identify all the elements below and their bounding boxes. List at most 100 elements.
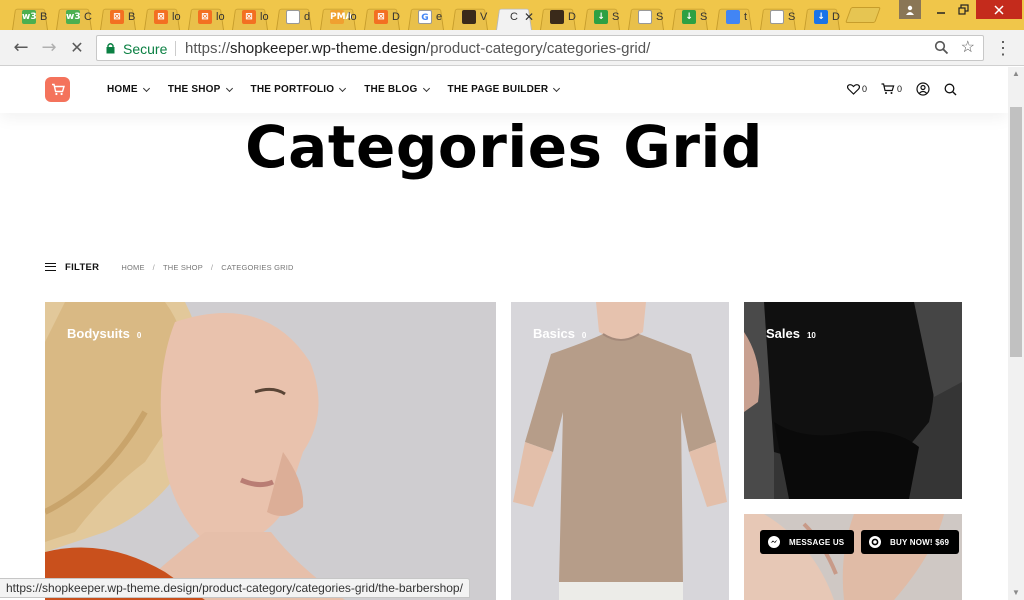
messenger-icon [768,536,780,548]
nav-item-label: HOME [107,84,138,95]
browser-tab[interactable]: ⊠ lo [140,3,184,30]
browser-tab[interactable]: ↓ S [580,3,624,30]
document-icon [286,9,300,24]
breadcrumb-item[interactable]: THE SHOP [163,263,203,272]
w3schools-icon: w3 [22,9,37,24]
browser-tab[interactable]: S [756,3,800,30]
browser-tab[interactable]: ↓ D [800,3,844,30]
category-card-sales[interactable]: Sales 10 [744,302,962,499]
nav-item-label: THE PORTFOLIO [250,84,335,95]
download-icon: ↓ [682,9,696,24]
vertical-scrollbar[interactable]: ▲ ▼ [1008,67,1024,600]
site-logo[interactable] [45,77,70,102]
nav-item-label: THE BLOG [364,84,418,95]
scroll-down-arrow-icon[interactable]: ▼ [1008,586,1024,600]
search-button[interactable] [944,83,957,96]
browser-tab[interactable]: PMA lo [316,3,360,30]
bodysuits-model-image [45,302,496,600]
url-scheme: https:// [185,40,231,57]
breadcrumb-separator: / [152,262,155,272]
browser-tab[interactable]: w3 B [8,3,52,30]
address-bar[interactable]: Secure https://shopkeeper.wp-theme.desig… [96,35,984,61]
xampp-icon: ⊠ [374,9,388,24]
link-status-bar: https://shopkeeper.wp-theme.design/produ… [0,578,470,598]
filter-button[interactable]: FILTER [65,262,99,273]
message-us-button[interactable]: MESSAGE US [760,530,855,554]
browser-tab[interactable]: ↓ S [668,3,712,30]
browser-tab[interactable]: C ✕ [492,3,536,30]
tab-title: lo [172,10,181,23]
portrait-model-image [744,514,962,600]
buy-now-label: BUY NOW! $69 [890,537,950,547]
category-count: 10 [806,331,816,340]
profile-icon[interactable] [899,0,921,19]
user-icon [916,82,930,96]
stop-loading-button[interactable]: ✕ [66,37,88,59]
category-label: Bodysuits 0 [67,326,141,341]
chevron-down-icon [142,84,150,92]
browser-tab[interactable]: S [624,3,668,30]
back-button[interactable]: ← [10,37,32,59]
category-count: 0 [581,331,587,340]
browser-tab[interactable]: D [536,3,580,30]
heart-icon [847,83,860,95]
browser-tab[interactable]: t [712,3,756,30]
category-card-bodysuits[interactable]: Bodysuits 0 [45,302,496,600]
docs-icon [726,9,740,24]
url-host: shopkeeper.wp-theme.design [230,40,426,57]
tab-title: B [40,10,48,23]
tab-title: S [656,10,664,23]
minimize-button[interactable] [928,0,954,19]
account-link[interactable] [916,82,930,96]
browser-tab[interactable]: w3 C [52,3,96,30]
nav-item[interactable]: THE PORTFOLIO [250,84,347,95]
cart-link[interactable]: 0 [881,83,902,95]
new-tab-button[interactable] [845,7,881,23]
browser-tab[interactable]: Ge [404,3,448,30]
page-viewport: HOME THE SHOP THE PORTFOLIO THE BLOG THE PAG… [0,67,1008,600]
category-card-partial[interactable] [744,514,962,600]
image-icon [550,9,564,24]
scroll-up-arrow-icon[interactable]: ▲ [1008,67,1024,81]
wishlist-link[interactable]: 0 [847,83,867,95]
nav-item[interactable]: THE PAGE BUILDER [447,84,561,95]
tab-close-icon[interactable]: ✕ [524,10,534,24]
address-separator [175,41,176,56]
browser-tab[interactable]: d [272,3,316,30]
nav-item-label: THE PAGE BUILDER [447,84,549,95]
message-us-label: MESSAGE US [789,537,845,547]
buy-now-button[interactable]: BUY NOW! $69 [861,530,960,554]
browser-tab[interactable]: ⊠ D [360,3,404,30]
tab-title: lo [260,10,269,23]
forward-button[interactable]: → [38,37,60,59]
nav-item[interactable]: HOME [107,84,150,95]
tab-title: V [480,10,488,23]
tab-title: S [612,10,620,23]
category-name: Bodysuits [67,326,130,341]
browser-tab[interactable]: ⊠ lo [228,3,272,30]
browser-tab[interactable]: V [448,3,492,30]
secure-label: Secure [123,41,168,57]
xampp-icon: ⊠ [198,9,212,24]
category-card-basics[interactable]: Basics 0 [511,302,729,600]
search-zoom-icon[interactable] [934,40,949,55]
filter-icon[interactable] [45,263,56,271]
nav-item-label: THE SHOP [167,84,221,95]
bookmark-star-icon[interactable]: ☆ [961,37,975,57]
scroll-thumb[interactable] [1010,107,1022,357]
document-icon [770,9,784,24]
filter-bar: FILTER HOME / THE SHOP / CATEGORIES GRID [45,260,294,274]
nav-item[interactable]: THE SHOP [167,84,233,95]
chrome-menu-icon[interactable]: ⋮ [994,36,1012,60]
tab-title: S [700,10,708,23]
image-icon [462,9,476,24]
window-close-button[interactable] [976,0,1022,19]
site-header: HOME THE SHOP THE PORTFOLIO THE BLOG THE PAG… [0,67,1008,113]
breadcrumb-item[interactable]: HOME [121,263,144,272]
browser-tab[interactable]: ⊠ lo [184,3,228,30]
url-text[interactable]: https://shopkeeper.wp-theme.design/produ… [185,40,650,57]
chevron-down-icon [225,84,233,92]
restore-button[interactable] [952,0,974,19]
nav-item[interactable]: THE BLOG [364,84,430,95]
browser-tab[interactable]: ⊠ B [96,3,140,30]
